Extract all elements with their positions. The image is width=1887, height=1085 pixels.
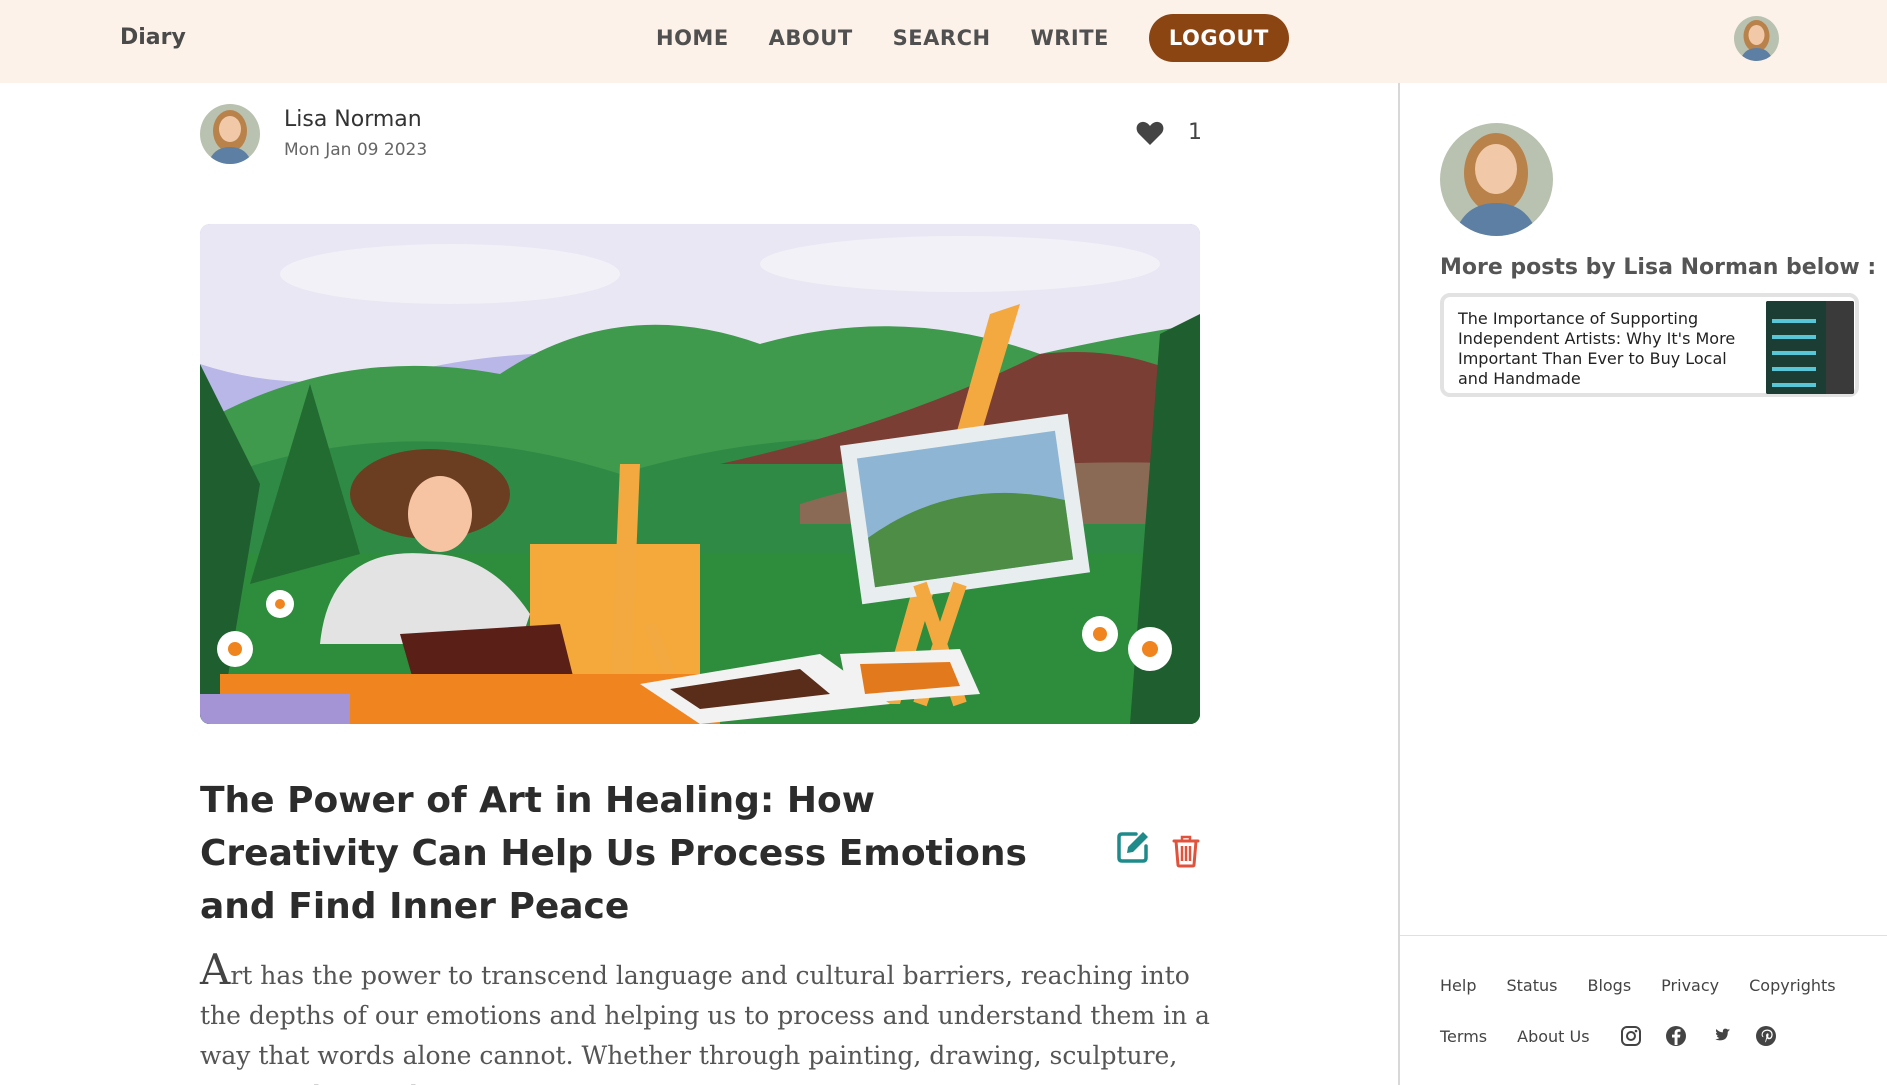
- footer-links-row-2: Terms About Us: [1440, 1025, 1800, 1047]
- post-body: Art has the power to transcend language …: [200, 949, 1210, 1085]
- footer-privacy-link[interactable]: Privacy: [1661, 976, 1719, 995]
- more-post-thumbnail[interactable]: [1766, 301, 1854, 394]
- edit-icon[interactable]: [1116, 830, 1150, 864]
- facebook-icon[interactable]: [1665, 1025, 1687, 1047]
- author-name[interactable]: Lisa Norman: [284, 107, 422, 132]
- author-avatar[interactable]: [200, 104, 260, 164]
- footer-status-link[interactable]: Status: [1506, 976, 1557, 995]
- nav-home-link[interactable]: HOME: [656, 26, 729, 50]
- nav-write-link[interactable]: WRITE: [1031, 26, 1109, 50]
- delete-trash-icon[interactable]: [1172, 834, 1200, 868]
- post-date: Mon Jan 09 2023: [284, 140, 428, 160]
- like-heart-icon[interactable]: [1136, 120, 1164, 146]
- user-avatar[interactable]: [1734, 16, 1779, 61]
- post-title: The Power of Art in Healing: How Creativ…: [200, 780, 1027, 927]
- nav-about-link[interactable]: ABOUT: [769, 26, 853, 50]
- logout-button[interactable]: LOGOUT: [1148, 14, 1289, 62]
- brand-logo[interactable]: Diary: [120, 25, 186, 50]
- more-posts-heading: More posts by Lisa Norman below :: [1440, 255, 1877, 280]
- post-cover-image: [200, 224, 1200, 724]
- more-post-title[interactable]: The Importance of Supporting Independent…: [1458, 309, 1758, 389]
- footer-blogs-link[interactable]: Blogs: [1587, 976, 1631, 995]
- instagram-icon[interactable]: [1620, 1025, 1642, 1047]
- sidebar-author-avatar[interactable]: [1440, 123, 1553, 236]
- pinterest-icon[interactable]: [1755, 1025, 1777, 1047]
- footer-terms-link[interactable]: Terms: [1440, 1027, 1487, 1046]
- footer-divider: [1400, 935, 1887, 936]
- more-post-card[interactable]: The Importance of Supporting Independent…: [1440, 293, 1859, 397]
- main-nav: HOME ABOUT SEARCH WRITE LOGOUT: [656, 14, 1289, 62]
- top-navigation-bar: Diary HOME ABOUT SEARCH WRITE LOGOUT: [0, 0, 1887, 83]
- footer-help-link[interactable]: Help: [1440, 976, 1476, 995]
- post-body-text: rt has the power to transcend language a…: [200, 961, 1210, 1085]
- nav-search-link[interactable]: SEARCH: [893, 26, 991, 50]
- footer-links-row-1: Help Status Blogs Privacy Copyrights: [1440, 976, 1866, 995]
- like-count: 1: [1188, 120, 1202, 145]
- post-body-dropcap: A: [200, 945, 231, 994]
- footer-copyrights-link[interactable]: Copyrights: [1749, 976, 1836, 995]
- footer-about-link[interactable]: About Us: [1517, 1027, 1589, 1046]
- twitter-icon[interactable]: [1710, 1025, 1732, 1047]
